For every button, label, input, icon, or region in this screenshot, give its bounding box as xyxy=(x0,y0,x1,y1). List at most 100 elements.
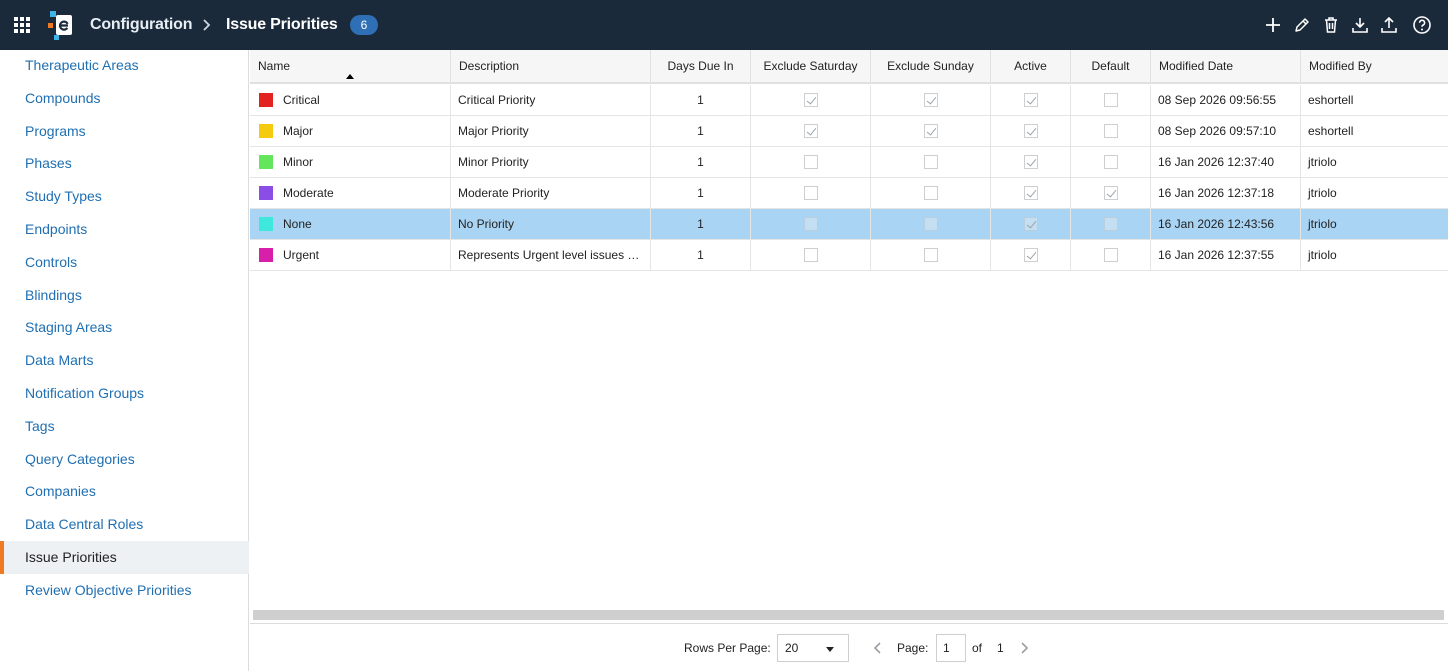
checkbox-exclude-sunday[interactable] xyxy=(924,155,938,169)
rows-per-page-value: 20 xyxy=(785,641,799,655)
checkbox-exclude-sunday[interactable] xyxy=(924,217,938,231)
checkbox-default[interactable] xyxy=(1104,217,1118,231)
column-header-modified-date[interactable]: Modified Date xyxy=(1151,50,1301,84)
checkbox-exclude-saturday[interactable] xyxy=(804,93,818,107)
sidebar-item-therapeutic-areas[interactable]: Therapeutic Areas xyxy=(0,49,249,82)
plus-icon[interactable] xyxy=(1263,15,1283,35)
sidebar-item-study-types[interactable]: Study Types xyxy=(0,180,249,213)
cell-sun xyxy=(871,240,991,271)
checkbox-exclude-sunday[interactable] xyxy=(924,93,938,107)
pencil-icon[interactable] xyxy=(1292,15,1312,35)
column-header-modified-by[interactable]: Modified By xyxy=(1301,50,1448,84)
checkbox-exclude-saturday[interactable] xyxy=(804,248,818,262)
breadcrumb-configuration[interactable]: Configuration xyxy=(90,16,192,34)
sidebar-item-notification-groups[interactable]: Notification Groups xyxy=(0,377,249,410)
sidebar-item-query-categories[interactable]: Query Categories xyxy=(0,443,249,476)
checkbox-default[interactable] xyxy=(1104,186,1118,200)
checkbox-exclude-saturday[interactable] xyxy=(804,124,818,138)
cell-default xyxy=(1071,116,1151,147)
sidebar-item-endpoints[interactable]: Endpoints xyxy=(0,213,249,246)
checkbox-exclude-saturday[interactable] xyxy=(804,155,818,169)
checkbox-exclude-sunday[interactable] xyxy=(924,186,938,200)
previous-page-icon[interactable] xyxy=(871,640,885,656)
page-number-input[interactable]: 1 xyxy=(936,634,966,662)
sidebar-item-issue-priorities[interactable]: Issue Priorities xyxy=(0,541,249,574)
checkbox-active[interactable] xyxy=(1024,155,1038,169)
sort-ascending-icon xyxy=(346,74,354,79)
column-header-name[interactable]: Name xyxy=(250,50,451,84)
app-grid-icon[interactable] xyxy=(14,17,30,33)
checkbox-active[interactable] xyxy=(1024,186,1038,200)
sidebar-item-programs[interactable]: Programs xyxy=(0,115,249,148)
sidebar-item-controls[interactable]: Controls xyxy=(0,246,249,279)
sidebar-item-companies[interactable]: Companies xyxy=(0,475,249,508)
cell-active xyxy=(991,116,1071,147)
checkbox-active[interactable] xyxy=(1024,217,1038,231)
column-header-exclude-sunday[interactable]: Exclude Sunday xyxy=(871,50,991,84)
column-header-active[interactable]: Active xyxy=(991,50,1071,84)
checkbox-active[interactable] xyxy=(1024,124,1038,138)
cell-modified-by: jtriolo xyxy=(1308,217,1337,231)
count-badge: 6 xyxy=(350,15,378,35)
cell-sat xyxy=(751,240,871,271)
column-header-default[interactable]: Default xyxy=(1071,50,1151,84)
cell-sun xyxy=(871,147,991,178)
table-row[interactable]: Critical Critical Priority 1 08 Sep 2026 09… xyxy=(250,85,1448,116)
cell-modified-date: 08 Sep 2026 09:56:55 xyxy=(1151,85,1301,116)
download-icon[interactable] xyxy=(1350,15,1370,35)
cell-name: Moderate xyxy=(250,178,451,209)
color-swatch xyxy=(259,154,273,169)
checkbox-default[interactable] xyxy=(1104,248,1118,262)
checkbox-default[interactable] xyxy=(1104,155,1118,169)
cell-default xyxy=(1071,240,1151,271)
sidebar-item-review-objective-priorities[interactable]: Review Objective Priorities xyxy=(0,574,249,607)
sidebar-item-data-marts[interactable]: Data Marts xyxy=(0,344,249,377)
table-row[interactable]: Major Major Priority 1 08 Sep 2026 09:57:10… xyxy=(250,116,1448,147)
cell-sun xyxy=(871,178,991,209)
rows-per-page-select[interactable]: 20 xyxy=(777,634,849,662)
priority-name: Critical xyxy=(283,93,320,107)
checkbox-default[interactable] xyxy=(1104,93,1118,107)
priority-name: Moderate xyxy=(283,186,334,200)
help-icon[interactable] xyxy=(1412,15,1432,35)
cell-active xyxy=(991,240,1071,271)
sidebar-item-compounds[interactable]: Compounds xyxy=(0,82,249,115)
sidebar-item-phases[interactable]: Phases xyxy=(0,147,249,180)
app-logo-icon[interactable] xyxy=(48,11,74,41)
table-row[interactable]: Urgent Represents Urgent level issues and… xyxy=(250,240,1448,271)
checkbox-exclude-sunday[interactable] xyxy=(924,124,938,138)
checkbox-active[interactable] xyxy=(1024,248,1038,262)
sidebar-item-staging-areas[interactable]: Staging Areas xyxy=(0,311,249,344)
upload-icon[interactable] xyxy=(1379,15,1399,35)
cell-sun xyxy=(871,85,991,116)
column-header-days-due-in[interactable]: Days Due In xyxy=(651,50,751,84)
checkbox-default[interactable] xyxy=(1104,124,1118,138)
horizontal-scrollbar[interactable] xyxy=(253,610,1444,620)
cell-name: Major xyxy=(250,116,451,147)
cell-modified-by: eshortell xyxy=(1308,124,1354,138)
next-page-icon[interactable] xyxy=(1017,640,1031,656)
sidebar-item-data-central-roles[interactable]: Data Central Roles xyxy=(0,508,249,541)
sidebar-item-tags[interactable]: Tags xyxy=(0,410,249,443)
column-header-exclude-saturday[interactable]: Exclude Saturday xyxy=(751,50,871,84)
checkbox-active[interactable] xyxy=(1024,93,1038,107)
cell-days-due-in: 1 xyxy=(651,85,751,116)
cell-modified-by: eshortell xyxy=(1308,93,1354,107)
checkbox-exclude-saturday[interactable] xyxy=(804,217,818,231)
cell-sat xyxy=(751,116,871,147)
color-swatch xyxy=(259,216,273,231)
cell-days-due-in: 1 xyxy=(651,209,751,240)
cell-modified-date: 16 Jan 2026 12:43:56 xyxy=(1151,209,1301,240)
color-swatch xyxy=(259,123,273,138)
sidebar-item-blindings[interactable]: Blindings xyxy=(0,279,249,312)
checkbox-exclude-sunday[interactable] xyxy=(924,248,938,262)
column-header-description[interactable]: Description xyxy=(451,50,651,84)
cell-name: None xyxy=(250,209,451,240)
table-row[interactable]: None No Priority 1 16 Jan 2026 12:43:56 jtri… xyxy=(250,209,1448,240)
table-row[interactable]: Moderate Moderate Priority 1 16 Jan 2026 12… xyxy=(250,178,1448,209)
table-row[interactable]: Minor Minor Priority 1 16 Jan 2026 12:37:40… xyxy=(250,147,1448,178)
trash-icon[interactable] xyxy=(1321,15,1341,35)
checkbox-exclude-saturday[interactable] xyxy=(804,186,818,200)
cell-active xyxy=(991,85,1071,116)
cell-default xyxy=(1071,178,1151,209)
